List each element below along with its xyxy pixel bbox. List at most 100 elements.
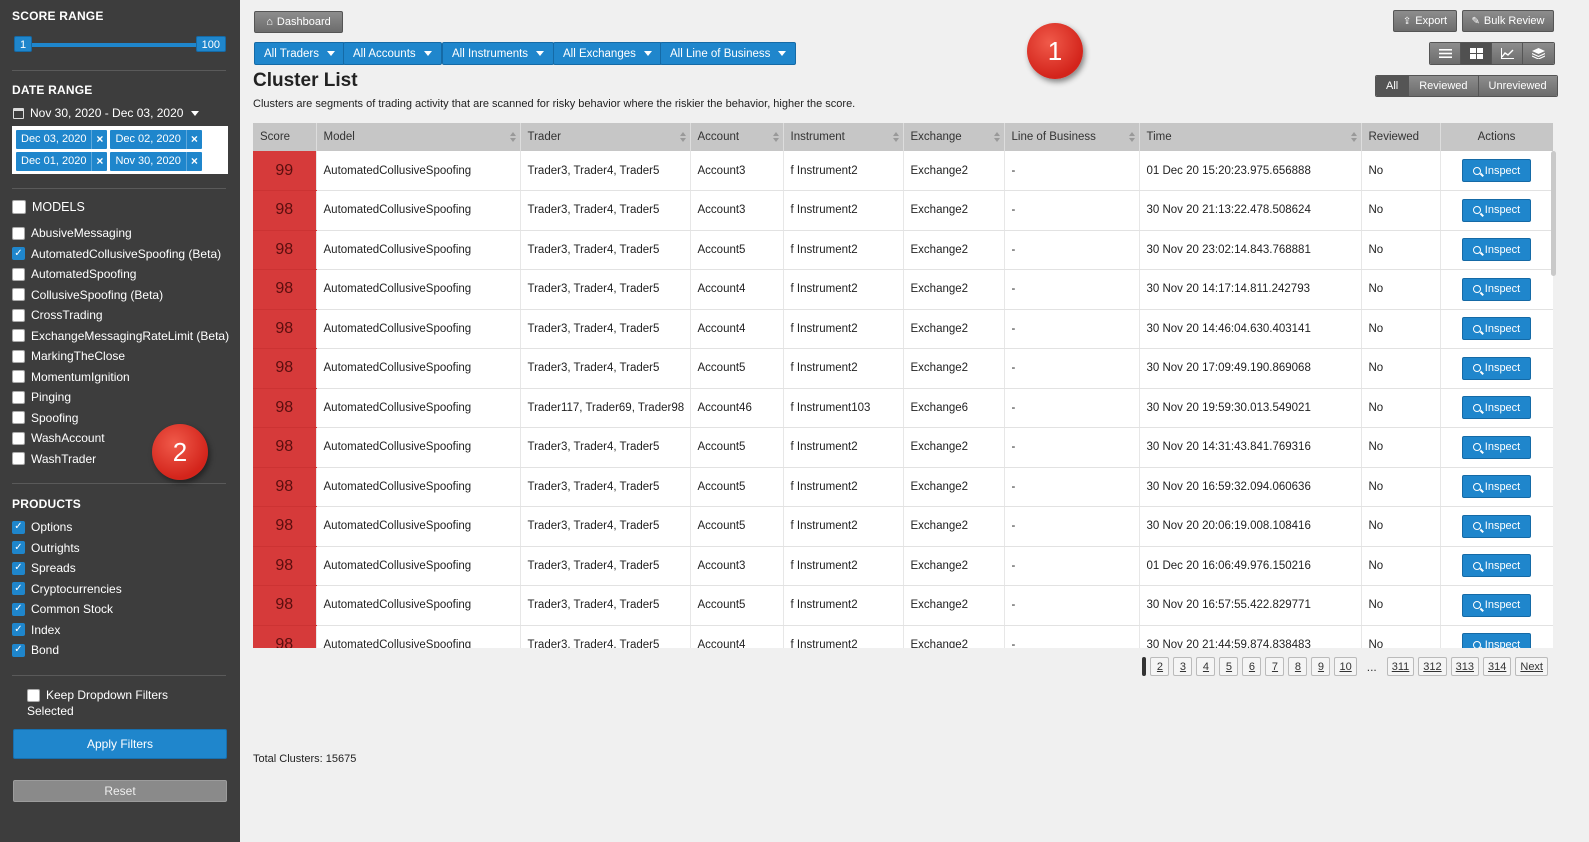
column-header-score[interactable]: Score xyxy=(253,123,317,151)
cluster-table-container[interactable]: Score Model Trader Account Instrument Ex… xyxy=(253,123,1553,648)
table-scrollbar[interactable] xyxy=(1551,151,1556,276)
column-header-model[interactable]: Model xyxy=(316,123,521,151)
table-row[interactable]: 98 AutomatedCollusiveSpoofing Trader3, Tra… xyxy=(253,348,1553,389)
grid-view-button[interactable] xyxy=(1461,43,1492,64)
apply-filters-button[interactable]: Apply Filters xyxy=(13,729,227,759)
page-link[interactable]: 9 xyxy=(1311,657,1331,676)
page-link[interactable]: 10 xyxy=(1334,657,1357,676)
products-option[interactable]: ✓ Options xyxy=(12,517,122,538)
models-option[interactable]: AutomatedSpoofing xyxy=(12,264,229,285)
checkbox[interactable] xyxy=(12,308,25,322)
column-header-time[interactable]: Time xyxy=(1139,123,1362,151)
dashboard-button[interactable]: ⌂ Dashboard xyxy=(254,11,343,33)
products-option[interactable]: ✓ Bond xyxy=(12,640,122,661)
inspect-button[interactable]: Inspect xyxy=(1461,198,1532,222)
table-row[interactable]: 98 AutomatedCollusiveSpoofing Trader3, Tra… xyxy=(253,230,1553,270)
checkbox[interactable]: ✓ xyxy=(12,623,25,637)
inspect-button[interactable]: Inspect xyxy=(1461,633,1532,648)
checkbox[interactable] xyxy=(12,431,25,445)
column-header-reviewed[interactable]: Reviewed xyxy=(1361,123,1441,151)
page-link[interactable]: 7 xyxy=(1265,657,1285,676)
score-range-slider[interactable]: 1 100 xyxy=(14,35,226,55)
table-row[interactable]: 98 AutomatedCollusiveSpoofing Trader3, Tra… xyxy=(253,309,1553,349)
exchanges-filter[interactable]: All Exchanges xyxy=(553,42,662,65)
next-page-button[interactable]: Next xyxy=(1515,657,1548,676)
list-view-button[interactable] xyxy=(1430,43,1461,64)
models-option[interactable]: ExchangeMessagingRateLimit (Beta) xyxy=(12,326,229,347)
reset-button[interactable]: Reset xyxy=(13,780,227,802)
page-link[interactable]: 311 xyxy=(1386,657,1415,676)
checkbox[interactable]: ✓ xyxy=(12,247,25,261)
page-link[interactable]: 4 xyxy=(1196,657,1216,676)
inspect-button[interactable]: Inspect xyxy=(1461,238,1532,262)
table-row[interactable]: 98 AutomatedCollusiveSpoofing Trader3, Tra… xyxy=(253,625,1553,648)
products-option[interactable]: ✓ Outrights xyxy=(12,538,122,559)
page-link[interactable]: 5 xyxy=(1219,657,1239,676)
date-range-picker[interactable]: Nov 30, 2020 - Dec 03, 2020 xyxy=(13,106,200,120)
accounts-filter[interactable]: All Accounts xyxy=(343,42,442,65)
instruments-filter[interactable]: All Instruments xyxy=(442,42,555,65)
inspect-button[interactable]: Inspect xyxy=(1461,514,1532,538)
checkbox[interactable]: ✓ xyxy=(12,520,25,534)
checkbox[interactable] xyxy=(12,411,25,425)
table-row[interactable]: 98 AutomatedCollusiveSpoofing Trader3, Tra… xyxy=(253,546,1553,586)
products-option[interactable]: ✓ Spreads xyxy=(12,558,122,579)
table-row[interactable]: 98 AutomatedCollusiveSpoofing Trader3, Tra… xyxy=(253,585,1553,626)
line-of-business-filter[interactable]: All Line of Business xyxy=(660,42,797,65)
chart-view-button[interactable] xyxy=(1492,43,1523,64)
page-link[interactable]: 6 xyxy=(1242,657,1262,676)
inspect-button[interactable]: Inspect xyxy=(1461,317,1532,341)
inspect-button[interactable]: Inspect xyxy=(1461,593,1532,617)
table-row[interactable]: 98 AutomatedCollusiveSpoofing Trader3, Tra… xyxy=(253,269,1553,310)
checkbox[interactable]: ✓ xyxy=(12,541,25,555)
tab-unreviewed[interactable]: Unreviewed xyxy=(1478,76,1557,96)
page-link[interactable]: 3 xyxy=(1173,657,1193,676)
models-option[interactable]: AbusiveMessaging xyxy=(12,223,229,244)
table-row[interactable]: 98 AutomatedCollusiveSpoofing Trader3, Tra… xyxy=(253,427,1553,468)
models-select-all[interactable]: MODELS xyxy=(12,197,85,218)
inspect-button[interactable]: Inspect xyxy=(1461,435,1532,459)
checkbox[interactable]: ✓ xyxy=(12,582,25,596)
checkbox[interactable] xyxy=(12,349,25,363)
inspect-button[interactable]: Inspect xyxy=(1461,554,1532,578)
column-header-account[interactable]: Account xyxy=(690,123,784,151)
inspect-button[interactable]: Inspect xyxy=(1461,475,1532,499)
column-header-trader[interactable]: Trader xyxy=(520,123,691,151)
models-option[interactable]: Spoofing xyxy=(12,408,229,429)
tab-reviewed[interactable]: Reviewed xyxy=(1409,76,1479,96)
checkbox[interactable]: ✓ xyxy=(12,602,25,616)
close-icon[interactable]: × xyxy=(91,152,107,171)
inspect-button[interactable]: Inspect xyxy=(1461,277,1532,301)
table-row[interactable]: 99 AutomatedCollusiveSpoofing Trader3, Tra… xyxy=(253,151,1553,191)
table-row[interactable]: 98 AutomatedCollusiveSpoofing Trader3, Tra… xyxy=(253,467,1553,507)
checkbox[interactable] xyxy=(12,288,25,302)
inspect-button[interactable]: Inspect xyxy=(1461,396,1532,420)
slider-max-handle[interactable]: 100 xyxy=(195,36,226,52)
slider-min-handle[interactable]: 1 xyxy=(14,36,33,52)
checkbox[interactable]: ✓ xyxy=(12,561,25,575)
page-link[interactable]: 313 xyxy=(1450,657,1480,676)
table-row[interactable]: 98 AutomatedCollusiveSpoofing Trader117, T… xyxy=(253,388,1553,428)
checkbox[interactable] xyxy=(12,200,26,215)
keep-filters-checkbox[interactable] xyxy=(27,688,40,702)
close-icon[interactable]: × xyxy=(185,130,202,149)
models-option[interactable]: MarkingTheClose xyxy=(12,346,229,367)
models-option[interactable]: MomentumIgnition xyxy=(12,367,229,388)
inspect-button[interactable]: Inspect xyxy=(1461,159,1532,182)
checkbox[interactable] xyxy=(12,452,25,466)
page-link[interactable]: 314 xyxy=(1483,657,1512,676)
checkbox[interactable] xyxy=(12,390,25,404)
page-link[interactable]: 2 xyxy=(1150,657,1170,676)
page-link[interactable]: 8 xyxy=(1288,657,1308,676)
close-icon[interactable]: × xyxy=(185,152,202,171)
traders-filter[interactable]: All Traders xyxy=(254,42,345,65)
models-option[interactable]: CollusiveSpoofing (Beta) xyxy=(12,285,229,306)
export-button[interactable]: ⇪ Export xyxy=(1393,10,1457,32)
models-option[interactable]: CrossTrading xyxy=(12,305,229,326)
page-link[interactable]: 312 xyxy=(1418,657,1447,676)
checkbox[interactable] xyxy=(12,267,25,281)
products-option[interactable]: ✓ Cryptocurrencies xyxy=(12,579,122,600)
checkbox[interactable] xyxy=(12,329,25,343)
column-header-exchange[interactable]: Exchange xyxy=(903,123,1005,151)
table-row[interactable]: 98 AutomatedCollusiveSpoofing Trader3, Tra… xyxy=(253,506,1553,547)
